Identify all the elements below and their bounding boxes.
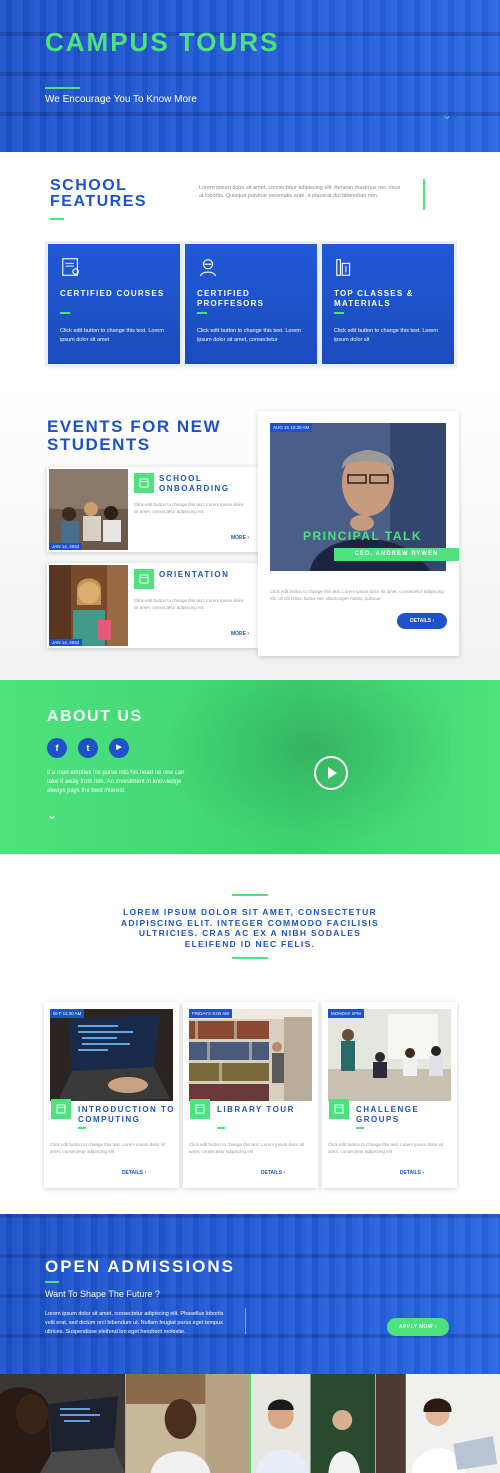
admissions-title: OPEN ADMISSIONS	[45, 1257, 235, 1276]
course-card-library[interactable]: FRIDAYS 8:00 AM LIBRARY TOUR Click edit …	[183, 1002, 318, 1188]
feature-underline	[334, 312, 344, 314]
feature-underline	[60, 312, 70, 314]
course-underline	[217, 1127, 225, 1129]
about-quote: If a man empties his purse into his head…	[47, 770, 185, 794]
chevron-down-icon[interactable]: ⌄	[440, 108, 454, 122]
course-schedule-badge: W-F 11:30 AM	[50, 1009, 85, 1018]
events-title: EVENTS FOR NEW STUDENTS	[47, 417, 222, 454]
featured-text: Click edit button to change this text. L…	[270, 589, 444, 601]
apply-now-button[interactable]: APPLY NOW ›	[387, 1318, 449, 1336]
calendar-icon	[51, 1099, 71, 1119]
calendar-icon	[190, 1099, 210, 1119]
features-underline	[50, 218, 64, 220]
features-title: SCHOOL FEATURES	[50, 177, 148, 210]
feature-card-materials[interactable]: TOP CLASSES & MATERIALS Click edit butto…	[322, 244, 454, 364]
feature-text: Click edit button to change this text. L…	[60, 328, 164, 343]
course-title: INTRODUCTION TO COMPUTING	[78, 1105, 176, 1124]
course-text: Click edit button to change this text. L…	[189, 1142, 305, 1154]
course-photo	[50, 1009, 173, 1101]
course-details-link[interactable]: DETAILS ›	[122, 1170, 146, 1176]
course-details-link[interactable]: DETAILS ›	[400, 1170, 424, 1176]
gallery-image	[375, 1374, 500, 1473]
course-text: Click edit button to change this text. L…	[328, 1142, 444, 1154]
course-card-computing[interactable]: W-F 11:30 AM INTRODUCTION TO COMPUTING C…	[44, 1002, 179, 1188]
event-more-link[interactable]: MORE ›	[231, 535, 249, 541]
hero-title: CAMPUS TOURS	[45, 27, 280, 57]
course-details-link[interactable]: DETAILS ›	[261, 1170, 285, 1176]
event-date-badge: JAN 14, 2022	[49, 639, 83, 646]
feature-text: Click edit button to change this text. L…	[334, 328, 438, 343]
featured-date-badge: AUG 15 10:30 AM	[270, 423, 313, 432]
feature-card-professors[interactable]: CERTIFIED PROFFESORS Click edit button t…	[185, 244, 317, 364]
play-icon	[328, 767, 337, 779]
featured-event-card[interactable]: AUG 15 10:30 AM PRINCIPAL TALK CEO. ANDR…	[258, 411, 459, 656]
chevron-down-icon[interactable]: ⌄	[47, 808, 57, 822]
admissions-subtitle: Want To Shape The Future ?	[45, 1289, 160, 1299]
event-card-orientation[interactable]: JAN 14, 2022 ORIENTATION Click edit butt…	[47, 563, 272, 648]
certificate-icon	[62, 258, 79, 276]
event-more-link[interactable]: MORE ›	[231, 631, 249, 637]
materials-icon	[336, 259, 351, 276]
quote-top-divider	[232, 894, 268, 896]
calendar-icon	[329, 1099, 349, 1119]
course-photo	[328, 1009, 451, 1101]
highlight-quote: LOREM IPSUM DOLOR SIT AMET, CONSECTETUR …	[120, 907, 380, 949]
course-text: Click edit button to change this text. L…	[50, 1142, 166, 1154]
twitter-icon[interactable]: t	[78, 738, 98, 758]
featured-speaker-label: CEO. ANDREW RYWEN	[334, 548, 459, 561]
featured-title: PRINCIPAL TALK	[303, 529, 422, 543]
course-underline	[356, 1127, 364, 1129]
feature-title: CERTIFIED PROFFESORS	[197, 289, 265, 308]
event-text: Click edit button to change this text. L…	[134, 502, 244, 514]
about-section: ABOUT US f t ▶ If a man empties his purs…	[0, 680, 500, 854]
gallery-image	[125, 1374, 250, 1473]
event-date-badge: JAN 14, 2022	[49, 543, 83, 550]
feature-underline	[197, 312, 207, 314]
details-button[interactable]: DETAILS ›	[397, 613, 447, 629]
course-title: CHALLENGE GROUPS	[356, 1105, 420, 1124]
course-schedule-badge: FRIDAYS 8:00 AM	[189, 1009, 232, 1018]
gallery-image	[250, 1374, 375, 1473]
about-background-image	[150, 680, 450, 854]
calendar-icon	[134, 473, 154, 493]
event-text: Click edit button to change this text. L…	[134, 598, 244, 610]
event-card-onboarding[interactable]: JAN 14, 2022 SCHOOL ONBOARDING Click edi…	[47, 467, 272, 552]
admissions-section: OPEN ADMISSIONS Want To Shape The Future…	[0, 1214, 500, 1374]
facebook-icon[interactable]: f	[47, 738, 67, 758]
event-title: SCHOOL ONBOARDING	[159, 474, 230, 493]
admissions-underline	[45, 1281, 59, 1283]
event-title: ORIENTATION	[159, 570, 230, 579]
hero-banner: CAMPUS TOURS We Encourage You To Know Mo…	[0, 0, 500, 152]
course-underline	[78, 1127, 86, 1129]
gallery-image	[0, 1374, 125, 1473]
quote-bottom-divider	[232, 957, 268, 959]
youtube-icon[interactable]: ▶	[109, 738, 129, 758]
course-schedule-badge: MONDAY 1PM	[328, 1009, 364, 1018]
features-divider	[423, 179, 425, 210]
feature-card-courses[interactable]: CERTIFIED COURSES Click edit button to c…	[48, 244, 180, 364]
calendar-icon	[134, 569, 154, 589]
feature-title: TOP CLASSES & MATERIALS	[334, 289, 414, 308]
play-video-button[interactable]	[314, 756, 348, 790]
about-title: ABOUT US	[47, 708, 143, 725]
hero-subtitle: We Encourage You To Know More	[45, 94, 197, 105]
event-photo	[49, 565, 128, 646]
professor-icon	[200, 259, 216, 277]
admissions-divider	[245, 1308, 246, 1334]
bookshelf-background	[0, 0, 500, 152]
admissions-text: Lorem ipsum dolor sit amet, consectetur …	[45, 1311, 224, 1335]
course-card-challenge[interactable]: MONDAY 1PM CHALLENGE GROUPS Click edit b…	[322, 1002, 457, 1188]
course-title: LIBRARY TOUR	[217, 1105, 295, 1114]
event-photo	[49, 469, 128, 550]
hero-underline	[45, 87, 80, 89]
course-photo	[189, 1009, 312, 1101]
feature-text: Click edit button to change this text. L…	[197, 328, 301, 343]
feature-title: CERTIFIED COURSES	[60, 289, 165, 298]
features-description: Lorem ipsum dolor sit amet, consectetur …	[199, 185, 401, 199]
